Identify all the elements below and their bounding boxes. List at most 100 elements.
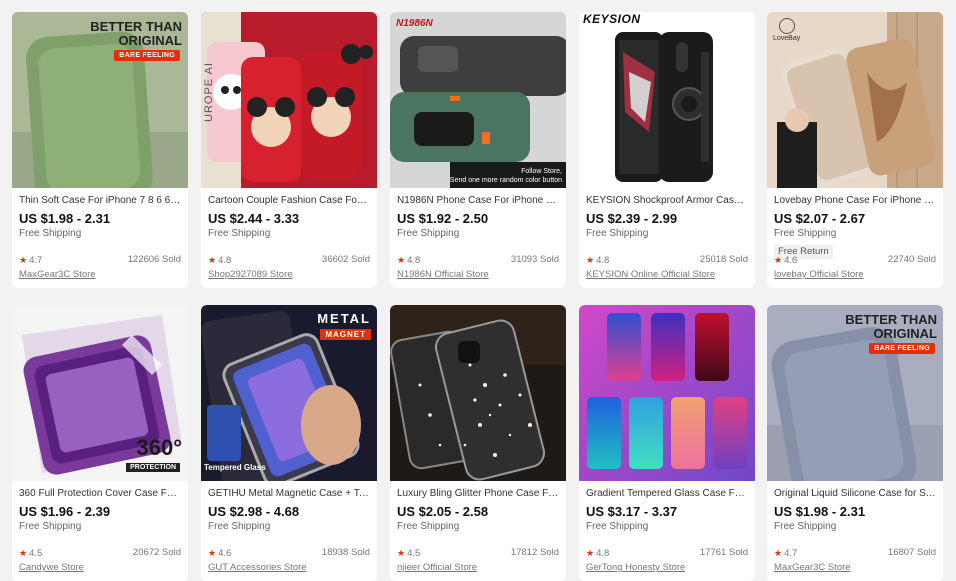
rating-value: 4.7: [784, 548, 798, 559]
shipping-label: Free Shipping: [774, 228, 837, 239]
star-icon: ★: [774, 255, 783, 265]
image-tag: MAGNET: [320, 329, 371, 340]
image-headline: BETTER THAN: [845, 312, 937, 327]
sold-count: 36602 Sold: [321, 254, 370, 265]
star-icon: ★: [397, 255, 406, 265]
store-link[interactable]: KEYSION Online Official Store: [586, 269, 748, 281]
shipping-label: Free Shipping: [19, 521, 82, 532]
image-tag: PROTECTION: [126, 463, 180, 472]
product-price: US $1.98 - 2.31: [19, 211, 111, 226]
store-link[interactable]: MaxGear3C Store: [19, 269, 181, 281]
rating-value: 4.8: [596, 255, 610, 266]
rating-value: 4.8: [596, 548, 610, 559]
shipping-label: Free Shipping: [397, 521, 460, 532]
brand-logo: KEYSION: [583, 12, 641, 26]
product-card[interactable]: BETTER THAN ORIGINAL BARE FEELING Origin…: [767, 305, 943, 581]
store-link[interactable]: GerTong Honesty Store: [586, 562, 748, 574]
product-title[interactable]: Lovebay Phone Case For iPhone 1...: [774, 194, 936, 208]
store-link[interactable]: lovebay Official Store: [774, 269, 936, 281]
product-grid: BETTER THAN ORIGINAL BARE FEELING Thin S…: [0, 0, 956, 581]
product-title[interactable]: Luxury Bling Glitter Phone Case Fo...: [397, 487, 559, 501]
sold-count: 20672 Sold: [132, 547, 181, 558]
rating-value: 4.6: [218, 548, 232, 559]
product-title[interactable]: 360 Full Protection Cover Case For ...: [19, 487, 181, 501]
sold-count: 18938 Sold: [321, 547, 370, 558]
product-image[interactable]: BETTER THAN ORIGINAL BARE FEELING: [12, 12, 188, 188]
product-price: US $2.07 - 2.67: [774, 211, 866, 226]
product-card[interactable]: LoveBay Lovebay Phone Case For iPhone 1.…: [767, 12, 943, 288]
product-title[interactable]: Gradient Tempered Glass Case For...: [586, 487, 748, 501]
product-image[interactable]: UROPE AI: [201, 12, 377, 188]
rating-value: 4.6: [784, 255, 798, 266]
store-link[interactable]: njieer Official Store: [397, 562, 559, 574]
store-link[interactable]: Candywe Store: [19, 562, 181, 574]
shipping-label: Free Shipping: [586, 228, 649, 239]
product-price: US $1.96 - 2.39: [19, 504, 111, 519]
rating-value: 4.8: [407, 255, 421, 266]
product-title[interactable]: N1986N Phone Case For iPhone 1...: [397, 194, 559, 208]
image-headline: 360°: [136, 435, 182, 460]
product-price: US $2.98 - 4.68: [208, 504, 300, 519]
image-headline: ORIGINAL: [118, 33, 182, 48]
product-card[interactable]: UROPE AI Cartoon Couple Fashion Case For…: [201, 12, 377, 288]
product-image[interactable]: KEYSION: [579, 12, 755, 188]
store-link[interactable]: MaxGear3C Store: [774, 562, 936, 574]
star-icon: ★: [19, 548, 28, 558]
image-headline: BETTER THAN: [90, 19, 182, 34]
product-image[interactable]: METAL MAGNET Tempered Glass: [201, 305, 377, 481]
shipping-label: Free Shipping: [586, 521, 649, 532]
sold-count: 16807 Sold: [887, 547, 936, 558]
star-icon: ★: [208, 255, 217, 265]
product-image[interactable]: N1986N Follow Store, Send one more rando…: [390, 12, 566, 188]
product-price: US $2.05 - 2.58: [397, 504, 489, 519]
sold-count: 22740 Sold: [887, 254, 936, 265]
shipping-label: Free Shipping: [774, 521, 837, 532]
product-price: US $3.17 - 3.37: [586, 504, 678, 519]
product-price: US $2.39 - 2.99: [586, 211, 678, 226]
rating-value: 4.5: [407, 548, 421, 559]
product-card[interactable]: KEYSION KEYSION Shockproof Armor Case F.…: [579, 12, 755, 288]
product-image[interactable]: [579, 305, 755, 481]
product-card[interactable]: N1986N Follow Store, Send one more rando…: [390, 12, 566, 288]
product-title[interactable]: GETIHU Metal Magnetic Case + Te...: [208, 487, 370, 501]
sold-count: 17761 Sold: [699, 547, 748, 558]
product-title[interactable]: KEYSION Shockproof Armor Case F...: [586, 194, 748, 208]
brand-logo: N1986N: [396, 18, 433, 29]
product-title[interactable]: Thin Soft Case For iPhone 7 8 6 6s ...: [19, 194, 181, 208]
product-image[interactable]: BETTER THAN ORIGINAL BARE FEELING: [767, 305, 943, 481]
image-tag: BARE FEELING: [114, 50, 180, 61]
store-link[interactable]: Shop2927089 Store: [208, 269, 370, 281]
shipping-label: Free Shipping: [397, 228, 460, 239]
product-image[interactable]: [390, 305, 566, 481]
image-caption: UROPE AI: [203, 62, 215, 122]
product-title[interactable]: Cartoon Couple Fashion Case For i...: [208, 194, 370, 208]
image-headline: ORIGINAL: [873, 326, 937, 341]
star-icon: ★: [208, 548, 217, 558]
rating-value: 4.7: [29, 255, 43, 266]
image-caption: Tempered Glass: [204, 463, 266, 472]
product-card[interactable]: Gradient Tempered Glass Case For... US $…: [579, 305, 755, 581]
product-card[interactable]: METAL MAGNET Tempered Glass GETIHU Metal…: [201, 305, 377, 581]
product-price: US $1.92 - 2.50: [397, 211, 489, 226]
product-price: US $2.44 - 3.33: [208, 211, 300, 226]
product-card[interactable]: BETTER THAN ORIGINAL BARE FEELING Thin S…: [12, 12, 188, 288]
shipping-label: Free Shipping: [19, 228, 82, 239]
sold-count: 122606 Sold: [127, 254, 181, 265]
product-image[interactable]: LoveBay: [767, 12, 943, 188]
shipping-label: Free Shipping: [208, 228, 271, 239]
shipping-label: Free Shipping: [208, 521, 271, 532]
rating-value: 4.5: [29, 548, 43, 559]
store-link[interactable]: N1986N Official Store: [397, 269, 559, 281]
star-icon: ★: [586, 548, 595, 558]
star-icon: ★: [586, 255, 595, 265]
product-card[interactable]: Luxury Bling Glitter Phone Case Fo... US…: [390, 305, 566, 581]
sold-count: 17812 Sold: [510, 547, 559, 558]
store-link[interactable]: GUT Accessories Store: [208, 562, 370, 574]
image-tag: BARE FEELING: [869, 343, 935, 354]
product-image[interactable]: 360° PROTECTION: [12, 305, 188, 481]
product-title[interactable]: Original Liquid Silicone Case for Sa...: [774, 487, 936, 501]
image-caption: Send one more random color button: [449, 177, 562, 184]
brand-logo: LoveBay: [773, 35, 801, 42]
star-icon: ★: [397, 548, 406, 558]
product-card[interactable]: 360° PROTECTION 360 Full Protection Cove…: [12, 305, 188, 581]
